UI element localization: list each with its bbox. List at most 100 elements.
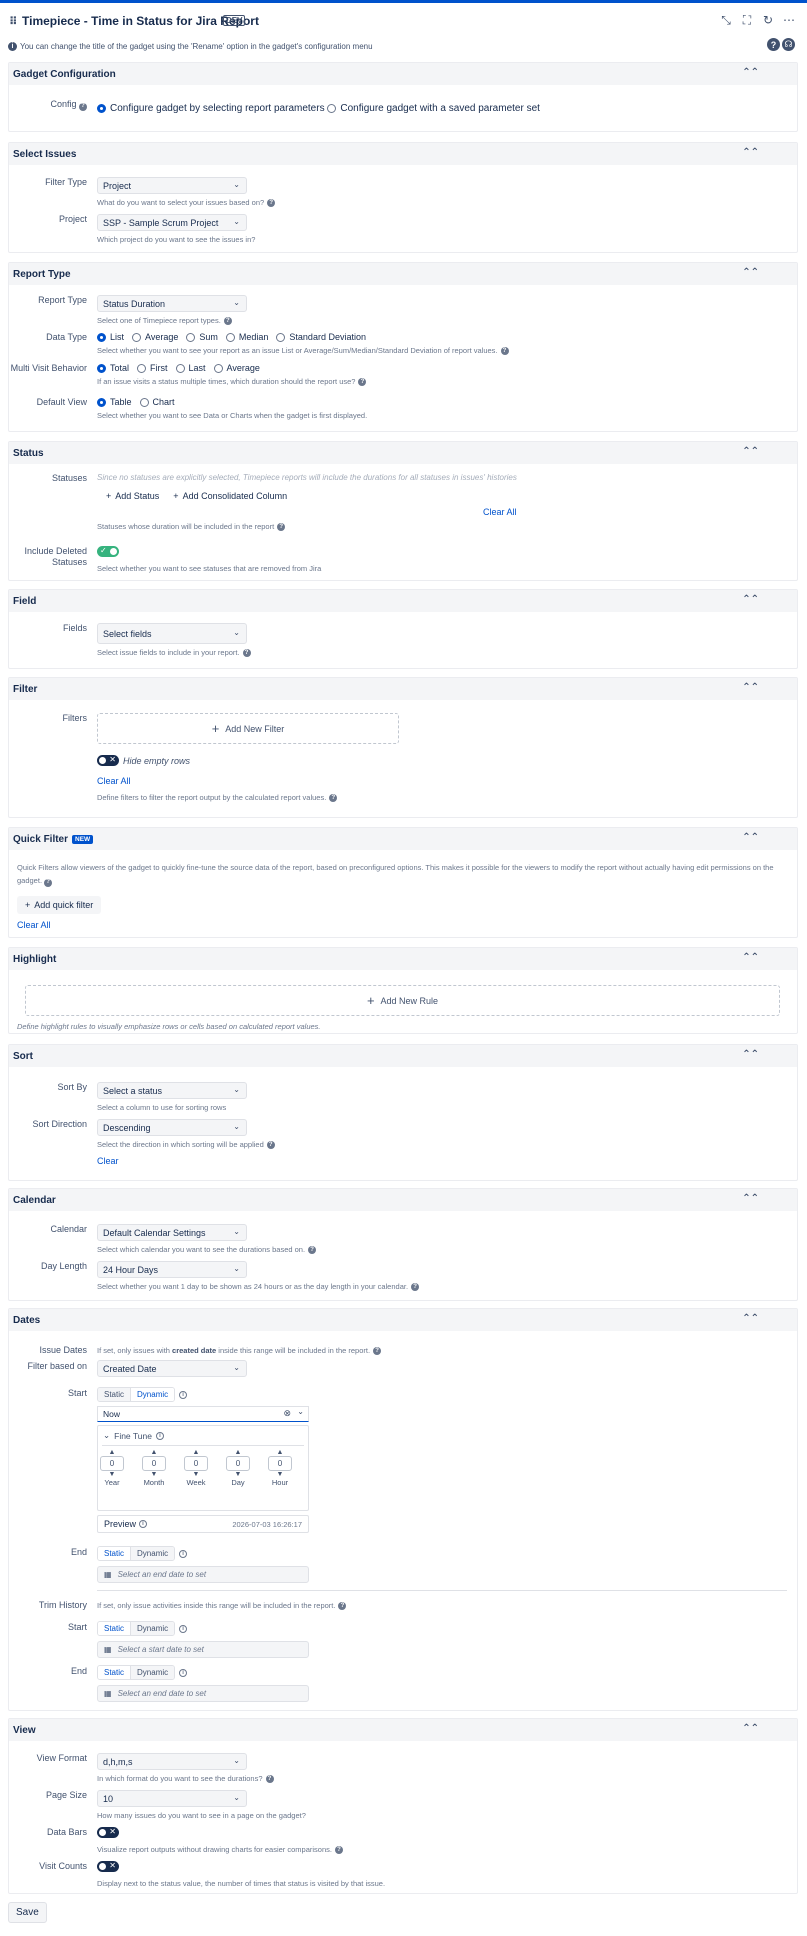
increment-icon[interactable]: ▲ xyxy=(109,1449,116,1456)
static-option[interactable]: Static xyxy=(98,1388,131,1401)
multi-visit-last[interactable]: Last xyxy=(175,363,206,373)
sort-by-select[interactable]: Select a status ⌄ xyxy=(97,1082,247,1099)
collapse-section-icon[interactable]: ⌃⌃ xyxy=(742,832,759,843)
more-icon[interactable]: ⋯ xyxy=(783,13,795,28)
radio-icon[interactable] xyxy=(276,332,286,342)
data-type-sum[interactable]: Sum xyxy=(186,332,218,342)
collapse-section-icon[interactable]: ⌃⌃ xyxy=(742,1049,759,1060)
radio-icon[interactable] xyxy=(97,363,106,373)
collapse-section-icon[interactable]: ⌃⌃ xyxy=(742,1723,759,1734)
static-option[interactable]: Static xyxy=(98,1666,132,1679)
project-select[interactable]: SSP - Sample Scrum Project ⌄ xyxy=(97,214,247,231)
filter-based-select[interactable]: Created Date ⌄ xyxy=(97,1360,247,1377)
clear-sort-link[interactable]: Clear xyxy=(97,1156,119,1166)
collapse-section-icon[interactable]: ⌃⌃ xyxy=(742,952,759,963)
multi-visit-total[interactable]: Total xyxy=(97,363,129,373)
include-deleted-toggle[interactable]: ✓ xyxy=(97,546,119,557)
static-option[interactable]: Static xyxy=(98,1622,132,1635)
radio-icon[interactable] xyxy=(175,363,185,373)
radio-icon[interactable] xyxy=(139,397,149,407)
save-button[interactable]: Save xyxy=(8,1902,47,1923)
clear-all-quick-filters-link[interactable]: Clear All xyxy=(17,920,51,930)
hide-empty-rows-label: Hide empty rows xyxy=(123,755,191,766)
increment-icon[interactable]: ▲ xyxy=(235,1449,242,1456)
collapse-section-icon[interactable]: ⌃⌃ xyxy=(742,1313,759,1324)
increment-icon[interactable]: ▲ xyxy=(277,1449,284,1456)
static-option[interactable]: Static xyxy=(98,1547,132,1560)
year-input[interactable]: 0 xyxy=(100,1456,124,1471)
dynamic-option[interactable]: Dynamic xyxy=(131,1666,175,1679)
collapse-section-icon[interactable]: ⌃⌃ xyxy=(742,147,759,158)
data-type-list[interactable]: List xyxy=(97,332,124,342)
data-type-stddev[interactable]: Standard Deviation xyxy=(276,332,366,342)
decrement-icon[interactable]: ▼ xyxy=(151,1471,158,1478)
support-icon[interactable]: ☊ xyxy=(782,38,795,51)
hour-input[interactable]: 0 xyxy=(268,1456,292,1471)
radio-icon[interactable] xyxy=(132,332,142,342)
help-icon[interactable]: ? xyxy=(767,38,780,51)
clear-icon[interactable]: ⊗ xyxy=(283,1408,291,1419)
add-consolidated-column-button[interactable]: + Add Consolidated Column xyxy=(173,491,287,501)
collapse-section-icon[interactable]: ⌃⌃ xyxy=(742,267,759,278)
radio-icon[interactable] xyxy=(97,397,106,407)
collapse-section-icon[interactable]: ⌃⌃ xyxy=(742,446,759,457)
add-new-rule-button[interactable]: + Add New Rule xyxy=(25,985,780,1016)
radio-icon[interactable] xyxy=(97,104,106,113)
month-input[interactable]: 0 xyxy=(142,1456,166,1471)
hide-empty-rows-toggle[interactable]: ✕ xyxy=(97,755,119,766)
dynamic-option[interactable]: Dynamic xyxy=(130,1388,175,1401)
collapse-section-icon[interactable]: ⌃⌃ xyxy=(742,67,759,78)
end-date-picker[interactable]: ▦ Select an end date to set xyxy=(97,1566,309,1583)
filter-type-select[interactable]: Project ⌄ xyxy=(97,177,247,194)
radio-icon[interactable] xyxy=(137,363,147,373)
multi-visit-first[interactable]: First xyxy=(137,363,168,373)
report-type-select[interactable]: Status Duration ⌄ xyxy=(97,295,247,312)
visit-counts-toggle[interactable]: ✕ xyxy=(97,1861,119,1872)
fields-select[interactable]: Select fields ⌄ xyxy=(97,623,247,644)
multi-visit-average[interactable]: Average xyxy=(213,363,260,373)
default-view-table[interactable]: Table xyxy=(97,397,132,407)
week-input[interactable]: 0 xyxy=(184,1456,208,1471)
day-length-select[interactable]: 24 Hour Days ⌄ xyxy=(97,1261,247,1278)
dynamic-option[interactable]: Dynamic xyxy=(131,1547,175,1560)
start-dynamic-select[interactable]: Now ⊗ ⌄ xyxy=(97,1406,309,1422)
increment-icon[interactable]: ▲ xyxy=(193,1449,200,1456)
radio-icon[interactable] xyxy=(186,332,196,342)
radio-icon[interactable] xyxy=(327,104,337,113)
clear-all-filters-link[interactable]: Clear All xyxy=(97,776,131,786)
trim-start-date-picker[interactable]: ▦ Select a start date to set xyxy=(97,1641,309,1658)
add-quick-filter-button[interactable]: + Add quick filter xyxy=(17,896,102,914)
collapse-section-icon[interactable]: ⌃⌃ xyxy=(742,1193,759,1204)
collapse-icon[interactable]: ⤡ xyxy=(720,13,732,28)
default-view-chart[interactable]: Chart xyxy=(139,397,175,407)
radio-icon[interactable] xyxy=(225,332,235,342)
radio-icon[interactable] xyxy=(213,363,223,373)
data-bars-toggle[interactable]: ✕ xyxy=(97,1827,119,1838)
trim-end-date-picker[interactable]: ▦ Select an end date to set xyxy=(97,1685,309,1702)
decrement-icon[interactable]: ▼ xyxy=(235,1471,242,1478)
add-status-button[interactable]: + Add Status xyxy=(106,491,159,501)
calendar-select[interactable]: Default Calendar Settings ⌄ xyxy=(97,1224,247,1241)
view-format-select[interactable]: d,h,m,s ⌄ xyxy=(97,1753,247,1770)
config-option-saved[interactable]: Configure gadget with a saved parameter … xyxy=(327,103,540,114)
page-size-select[interactable]: 10 ⌄ xyxy=(97,1790,247,1807)
day-input[interactable]: 0 xyxy=(226,1456,250,1471)
add-new-filter-button[interactable]: + Add New Filter xyxy=(97,713,399,744)
config-option-parameters[interactable]: Configure gadget by selecting report par… xyxy=(97,103,325,114)
increment-icon[interactable]: ▲ xyxy=(151,1449,158,1456)
refresh-icon[interactable]: ↻ xyxy=(762,13,774,28)
drag-handle-icon[interactable]: ⠿ xyxy=(9,15,18,28)
data-type-median[interactable]: Median xyxy=(225,332,268,342)
sort-direction-select[interactable]: Descending ⌄ xyxy=(97,1119,247,1136)
clear-all-statuses-link[interactable]: Clear All xyxy=(483,507,517,517)
collapse-section-icon[interactable]: ⌃⌃ xyxy=(742,682,759,693)
radio-icon[interactable] xyxy=(97,332,106,342)
decrement-icon[interactable]: ▼ xyxy=(277,1471,284,1478)
fine-tune-toggle[interactable]: ⌄ Fine Tune i xyxy=(103,1430,164,1441)
collapse-section-icon[interactable]: ⌃⌃ xyxy=(742,594,759,605)
fullscreen-icon[interactable]: ⛶ xyxy=(741,13,753,28)
dynamic-option[interactable]: Dynamic xyxy=(131,1622,175,1635)
data-type-average[interactable]: Average xyxy=(132,332,178,342)
decrement-icon[interactable]: ▼ xyxy=(193,1471,200,1478)
decrement-icon[interactable]: ▼ xyxy=(109,1471,116,1478)
